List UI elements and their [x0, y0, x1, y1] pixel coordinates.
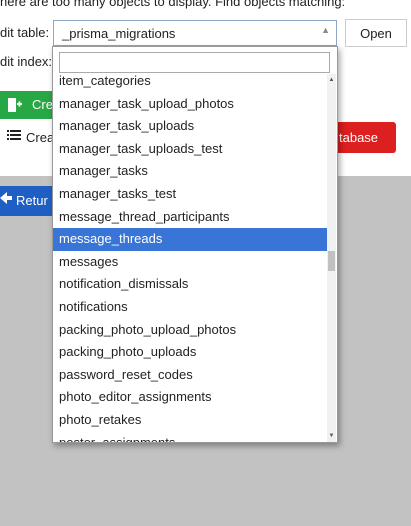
dropdown-option[interactable]: notification_dismissals — [53, 273, 328, 296]
dropdown-option[interactable]: manager_task_uploads — [53, 115, 328, 138]
table-dropdown[interactable]: item_categories manager_task_upload_photo… — [52, 46, 338, 443]
scroll-up-icon[interactable]: ▲ — [327, 76, 336, 84]
dropdown-option[interactable]: notifications — [53, 296, 328, 319]
dropdown-option[interactable]: messages — [53, 251, 328, 274]
create-button[interactable]: Cre — [0, 91, 57, 119]
edit-index-label: dit index: — [0, 54, 53, 69]
dropdown-search-input[interactable] — [59, 52, 330, 73]
too-many-objects-notice: here are too many objects to display. Fi… — [0, 0, 346, 9]
dropdown-list[interactable]: item_categories manager_task_upload_photo… — [53, 74, 328, 442]
plus-icon — [8, 91, 22, 119]
return-icon — [0, 191, 12, 208]
table-select[interactable]: _prisma_migrations ▲ — [53, 20, 337, 46]
dropdown-option[interactable]: poster_assignments — [53, 432, 328, 443]
scroll-down-icon[interactable]: ▼ — [327, 432, 336, 440]
edit-table-label: dit table: — [0, 25, 50, 40]
dropdown-scrollbar[interactable]: ▲ ▼ — [327, 74, 336, 442]
dropdown-option[interactable]: item_categories — [53, 74, 328, 93]
dropdown-option[interactable]: photo_retakes — [53, 409, 328, 432]
dropdown-option[interactable]: packing_photo_uploads — [53, 341, 328, 364]
dropdown-option[interactable]: password_reset_codes — [53, 364, 328, 387]
dropdown-option[interactable]: photo_editor_assignments — [53, 386, 328, 409]
dropdown-option[interactable]: message_thread_participants — [53, 206, 328, 229]
drop-database-label: tabase — [339, 130, 379, 145]
create-list-label: Crea — [26, 130, 55, 145]
create-button-label: Cre — [32, 97, 53, 112]
return-button[interactable]: Retur — [0, 186, 58, 216]
return-button-label: Retur — [16, 193, 48, 208]
dropdown-option[interactable]: manager_tasks_test — [53, 183, 328, 206]
dropdown-option[interactable]: manager_task_uploads_test — [53, 138, 328, 161]
dropdown-option[interactable]: manager_task_upload_photos — [53, 93, 328, 116]
dropdown-option[interactable]: packing_photo_upload_photos — [53, 319, 328, 342]
open-button[interactable]: Open — [345, 19, 407, 47]
dropdown-option[interactable]: message_threads — [53, 228, 328, 251]
select-arrow-icon: ▲ — [321, 25, 330, 35]
list-icon — [7, 129, 21, 144]
dropdown-option[interactable]: manager_tasks — [53, 160, 328, 183]
table-select-value: _prisma_migrations — [62, 26, 176, 41]
create-list-link[interactable]: Crea — [0, 124, 56, 152]
scrollbar-thumb[interactable] — [328, 251, 335, 271]
